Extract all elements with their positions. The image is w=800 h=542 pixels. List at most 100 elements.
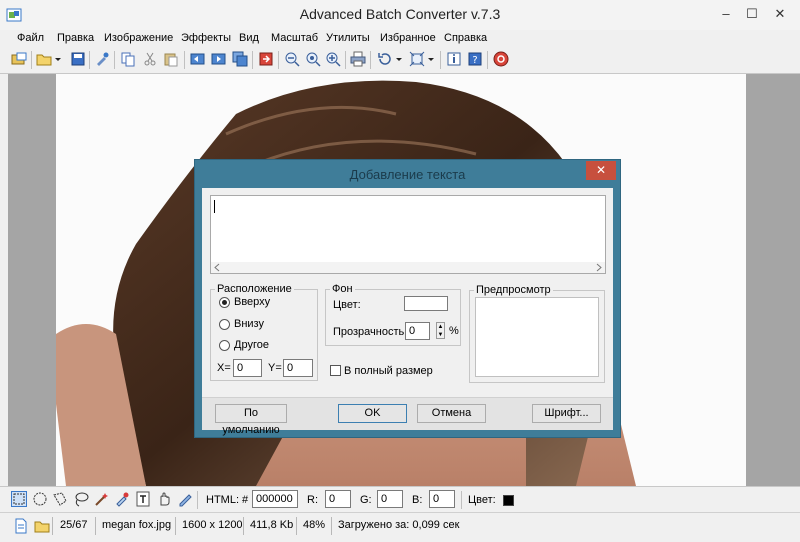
current-color-label: Цвет: — [468, 494, 496, 506]
radio-bottom-label[interactable]: Внизу — [234, 318, 264, 330]
radio-top[interactable] — [219, 297, 230, 308]
exit-icon[interactable] — [493, 51, 509, 67]
batch-convert-icon[interactable] — [258, 51, 274, 67]
green-label: G: — [360, 494, 372, 506]
polygon-select-icon[interactable] — [52, 491, 68, 507]
new-document-icon[interactable] — [13, 518, 29, 534]
fullsize-checkbox[interactable] — [330, 365, 341, 376]
radio-other[interactable] — [219, 340, 230, 351]
transparency-spinner[interactable]: ▲ ▼ — [436, 322, 445, 339]
scroll-left-icon[interactable] — [213, 263, 221, 272]
default-button[interactable]: По умолчанию — [215, 404, 287, 436]
red-label: R: — [307, 494, 318, 506]
blue-input[interactable]: 0 — [429, 490, 455, 508]
rect-select-icon[interactable] — [11, 491, 27, 507]
resize-dropdown-icon[interactable] — [426, 51, 436, 67]
zoom-out-icon[interactable] — [284, 51, 300, 67]
html-color-label: HTML: # — [206, 494, 249, 506]
menu-zoom[interactable]: Масштаб — [271, 32, 318, 44]
title-bar: Advanced Batch Converter v.7.3 ‒ ☐ ✕ — [0, 0, 800, 31]
properties-icon[interactable] — [94, 51, 110, 67]
next-image-icon[interactable] — [211, 51, 227, 67]
font-button[interactable]: Шрифт... — [532, 404, 601, 423]
fullsize-label[interactable]: В полный размер — [344, 365, 433, 377]
y-input[interactable]: 0 — [283, 359, 313, 377]
copy-icon[interactable] — [120, 51, 136, 67]
zoom-fit-icon[interactable] — [305, 51, 321, 67]
radio-bottom[interactable] — [219, 319, 230, 330]
red-input[interactable]: 0 — [325, 490, 351, 508]
menu-effects[interactable]: Эффекты — [181, 32, 231, 44]
menu-favorites[interactable]: Избранное — [380, 32, 436, 44]
rotate-icon[interactable] — [377, 51, 393, 67]
ok-button[interactable]: OK — [338, 404, 407, 423]
pencil-icon[interactable] — [177, 491, 193, 507]
current-filename: megan fox.jpg — [102, 519, 172, 531]
x-input[interactable]: 0 — [233, 359, 262, 377]
current-color-swatch[interactable] — [503, 495, 514, 506]
main-toolbar: ? — [0, 47, 800, 74]
status-bar: 25/67 megan fox.jpg 1600 x 1200 411,8 Kb… — [0, 512, 800, 542]
bg-color-swatch[interactable] — [404, 296, 448, 311]
radio-top-label[interactable]: Вверху — [234, 296, 270, 308]
paste-icon[interactable] — [163, 51, 179, 67]
maximize-button[interactable]: ☐ — [742, 5, 762, 23]
tools-toolbar: HTML: # 000000 R: 0 G: 0 B: 0 Цвет: — [0, 486, 800, 513]
open-dropdown-icon[interactable] — [53, 51, 63, 67]
menu-view[interactable]: Вид — [239, 32, 259, 44]
minimize-button[interactable]: ‒ — [716, 5, 736, 23]
window-title: Advanced Batch Converter v.7.3 — [299, 6, 501, 22]
transparency-input[interactable]: 0 — [405, 322, 430, 340]
percent-label: % — [449, 325, 459, 337]
cancel-button[interactable]: Отмена — [417, 404, 486, 423]
zoom-level: 48% — [303, 519, 326, 531]
bg-color-label: Цвет: — [333, 299, 361, 311]
background-group-title: Фон — [330, 283, 355, 295]
dialog-close-button[interactable]: ✕ — [586, 161, 616, 180]
open-folder-icon[interactable] — [36, 51, 52, 67]
text-horizontal-scrollbar[interactable] — [211, 262, 605, 273]
preview-title: Предпросмотр — [474, 284, 553, 296]
folder-icon[interactable] — [34, 518, 50, 534]
x-label: X= — [217, 362, 231, 374]
gallery-icon[interactable] — [232, 51, 248, 67]
menu-help[interactable]: Справка — [444, 32, 487, 44]
scroll-right-icon[interactable] — [595, 263, 603, 272]
help-icon[interactable]: ? — [467, 51, 483, 67]
text-tool-icon[interactable] — [135, 491, 151, 507]
load-time: Загружено за: 0,099 сек — [338, 519, 460, 531]
zoom-in-icon[interactable] — [325, 51, 341, 67]
close-window-button[interactable]: ✕ — [770, 5, 790, 23]
file-size: 411,8 Kb — [250, 519, 294, 531]
cut-icon[interactable] — [142, 51, 158, 67]
html-color-input[interactable]: 000000 — [252, 490, 298, 508]
radio-other-label[interactable]: Другое — [234, 339, 269, 351]
image-counter: 25/67 — [60, 519, 88, 531]
dialog-title: Добавление текста — [349, 167, 466, 182]
first-image-icon[interactable] — [190, 51, 206, 67]
blue-label: B: — [412, 494, 423, 506]
rotate-dropdown-icon[interactable] — [394, 51, 404, 67]
print-icon[interactable] — [350, 51, 366, 67]
ellipse-select-icon[interactable] — [32, 491, 48, 507]
browse-folder-icon[interactable] — [11, 51, 27, 67]
menu-file[interactable]: Файл — [17, 32, 44, 44]
info-icon[interactable] — [446, 51, 462, 67]
eyedropper-icon[interactable] — [114, 491, 130, 507]
menu-bar: Файл Правка Изображение Эффекты Вид Масш… — [0, 30, 800, 47]
image-dimensions: 1600 x 1200 — [182, 519, 243, 531]
hand-tool-icon[interactable] — [156, 491, 172, 507]
save-icon[interactable] — [70, 51, 86, 67]
menu-edit[interactable]: Правка — [57, 32, 94, 44]
lasso-icon[interactable] — [73, 491, 89, 507]
resize-icon[interactable] — [409, 51, 425, 67]
position-group-title: Расположение — [215, 283, 294, 295]
svg-text:?: ? — [472, 55, 477, 66]
transparency-label: Прозрачность: — [333, 326, 408, 338]
green-input[interactable]: 0 — [377, 490, 403, 508]
preview-box — [475, 297, 599, 377]
y-label: Y= — [268, 362, 282, 374]
magic-wand-icon[interactable] — [93, 491, 109, 507]
menu-utilities[interactable]: Утилиты — [326, 32, 370, 44]
menu-image[interactable]: Изображение — [104, 32, 173, 44]
